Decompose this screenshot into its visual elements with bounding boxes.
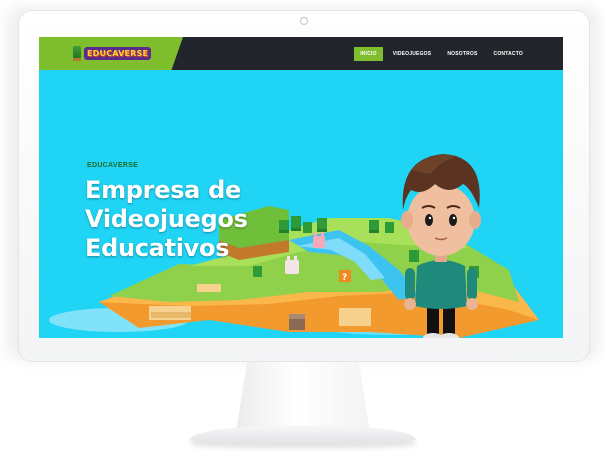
cactus-icon	[73, 46, 81, 61]
site-header: EDUCAVERSE INICIO VIDEOJUEGOS NOSOTROS C…	[39, 37, 563, 70]
hero-eyebrow: EDUCAVERSE	[87, 162, 139, 169]
monitor-frame: EDUCAVERSE INICIO VIDEOJUEGOS NOSOTROS C…	[18, 10, 590, 362]
svg-text:?: ?	[342, 273, 347, 283]
brand-logo[interactable]: EDUCAVERSE	[73, 45, 152, 62]
monitor-base	[190, 426, 416, 444]
nav-item-videojuegos[interactable]: VIDEOJUEGOS	[387, 47, 438, 61]
hero-title: Empresa de Videojuegos Educativos	[85, 176, 248, 262]
monitor-stand	[235, 360, 371, 432]
website-screen: EDUCAVERSE INICIO VIDEOJUEGOS NOSOTROS C…	[39, 37, 563, 338]
main-nav: INICIO VIDEOJUEGOS NOSOTROS CONTACTO	[354, 37, 529, 70]
camera-icon	[300, 17, 308, 25]
hero-banner: ? EDUCAVERSE Empresa de Videojuegos Educ…	[39, 70, 563, 338]
nav-item-inicio[interactable]: INICIO	[354, 46, 383, 61]
nav-item-contacto[interactable]: CONTACTO	[488, 47, 529, 61]
logo-text: EDUCAVERSE	[84, 47, 152, 60]
nav-item-nosotros[interactable]: NOSOTROS	[441, 47, 483, 61]
